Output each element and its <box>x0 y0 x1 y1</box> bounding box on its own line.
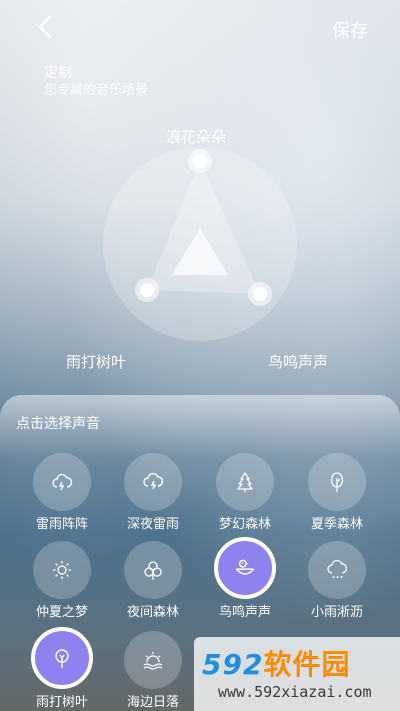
leaf-drop-icon <box>55 649 69 668</box>
back-button[interactable] <box>32 14 58 40</box>
mixer-node-right[interactable] <box>248 282 272 306</box>
watermark-brand-num: 592 <box>202 648 264 681</box>
chevron-left-icon <box>38 15 52 39</box>
sound-item-circle <box>33 453 91 511</box>
sound-item-circle <box>124 453 182 511</box>
panel-title: 点击选择声音 <box>16 416 100 432</box>
sound-item-circle <box>216 453 274 511</box>
sound-item-label: 梦幻森林 <box>218 517 271 532</box>
storm-cloud-icon <box>52 473 73 491</box>
sound-item-summer-forest[interactable]: 夏季森林 <box>292 453 382 533</box>
title-line-2: 您专属的音乐场景 <box>44 83 149 98</box>
bushes-icon <box>144 561 162 580</box>
tree-icon <box>330 472 344 492</box>
mixer-node-top[interactable] <box>188 149 212 173</box>
sound-item-light-rain[interactable]: 小雨淅沥 <box>292 541 382 621</box>
sound-item-seaside-sunset[interactable]: 海边日落 <box>108 631 198 711</box>
watermark-brand-cn: 软件园 <box>263 648 351 681</box>
sound-item-label: 夜间森林 <box>126 605 179 620</box>
sun-icon <box>53 561 71 579</box>
mixer-node-left[interactable] <box>135 278 159 302</box>
rain-cloud-icon <box>327 559 348 579</box>
sound-item-midsummer-dream[interactable]: 仲夏之梦 <box>17 541 107 621</box>
sound-item-circle <box>31 627 93 689</box>
sound-mixer[interactable]: 浪花朵朵 雨打树叶 鸟鸣声声 <box>0 120 400 380</box>
bird-nest-icon <box>235 559 255 575</box>
sound-item-circle <box>124 631 182 689</box>
sound-item-label: 雷雨阵阵 <box>35 517 88 532</box>
sound-item-birdsong[interactable]: 鸟鸣声声 <box>200 537 290 621</box>
watermark-logo: 592软件园 www.592xiazai.com <box>194 637 400 711</box>
watermark-brand: 592软件园 <box>202 643 350 683</box>
watermark-url: www.592xiazai.com <box>218 683 372 701</box>
sunset-icon <box>143 652 163 670</box>
sound-item-label: 鸟鸣声声 <box>218 605 271 620</box>
sound-item-dream-forest[interactable]: 梦幻森林 <box>200 453 290 533</box>
mixer-graphic <box>103 147 297 341</box>
sound-item-label: 夏季森林 <box>310 517 363 532</box>
sound-item-label: 仲夏之梦 <box>35 605 88 620</box>
mixer-label-left: 雨打树叶 <box>66 353 127 371</box>
sound-item-label: 雨打树叶 <box>35 695 88 710</box>
sound-item-rain-on-leaves[interactable]: 雨打树叶 <box>17 627 107 711</box>
sound-item-circle <box>308 453 366 511</box>
page-title: 定制 您专属的音乐场景 <box>44 64 148 100</box>
sound-item-thunderstorm[interactable]: 雷雨阵阵 <box>17 453 107 533</box>
pine-tree-icon <box>237 472 253 492</box>
night-storm-icon <box>143 472 164 490</box>
sound-item-circle <box>33 541 91 599</box>
sound-item-night-forest[interactable]: 夜间森林 <box>108 541 198 621</box>
sound-item-circle <box>214 537 276 599</box>
sound-item-circle <box>308 541 366 599</box>
sound-item-circle <box>124 541 182 599</box>
mixer-label-right: 鸟鸣声声 <box>268 353 329 371</box>
save-button[interactable]: 保存 <box>332 17 368 43</box>
title-line-1: 定制 <box>44 65 72 81</box>
sound-item-night-storm[interactable]: 深夜雷雨 <box>108 453 198 533</box>
sound-item-label: 海边日落 <box>126 695 179 710</box>
mixer-label-top: 浪花朵朵 <box>166 128 227 146</box>
sound-item-label: 深夜雷雨 <box>126 517 179 532</box>
sound-item-label: 小雨淅沥 <box>310 605 363 620</box>
